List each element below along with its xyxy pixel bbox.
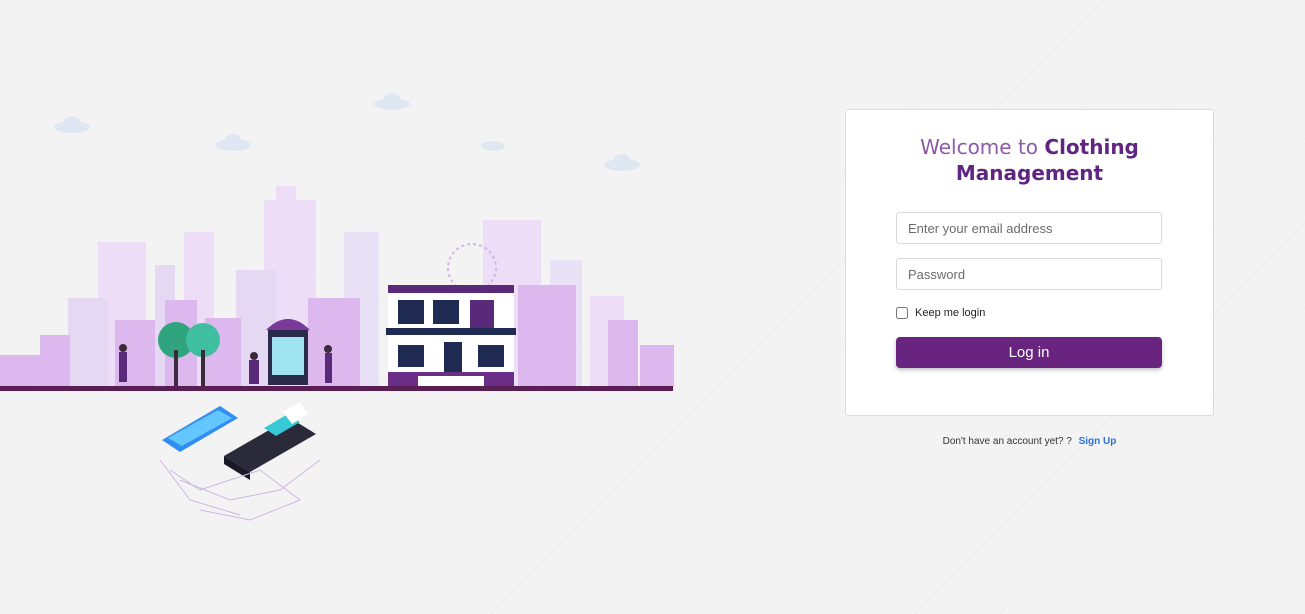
house-icon <box>386 285 516 386</box>
keep-login-label[interactable]: Keep me login <box>915 307 985 319</box>
login-title: Welcome to Clothing Management <box>846 134 1213 186</box>
shop-kiosk-icon <box>266 319 310 385</box>
smartphone-icon <box>162 406 238 452</box>
keep-login-row: Keep me login <box>896 307 985 319</box>
login-button[interactable]: Log in <box>896 337 1162 368</box>
city-illustration <box>0 93 674 521</box>
login-card: Welcome to Clothing Management Keep me l… <box>845 109 1214 416</box>
cloud-icons <box>54 93 640 171</box>
password-input[interactable] <box>896 258 1162 290</box>
signup-link[interactable]: Sign Up <box>1079 436 1117 447</box>
signup-row: Don't have an account yet? ? Sign Up <box>845 436 1214 447</box>
ground-line <box>0 386 673 391</box>
title-prefix: Welcome to <box>920 135 1045 159</box>
keep-login-checkbox[interactable] <box>896 307 908 319</box>
card-terminal-icon <box>224 402 316 480</box>
email-input[interactable] <box>896 212 1162 244</box>
signup-prompt: Don't have an account yet? ? <box>942 436 1072 447</box>
